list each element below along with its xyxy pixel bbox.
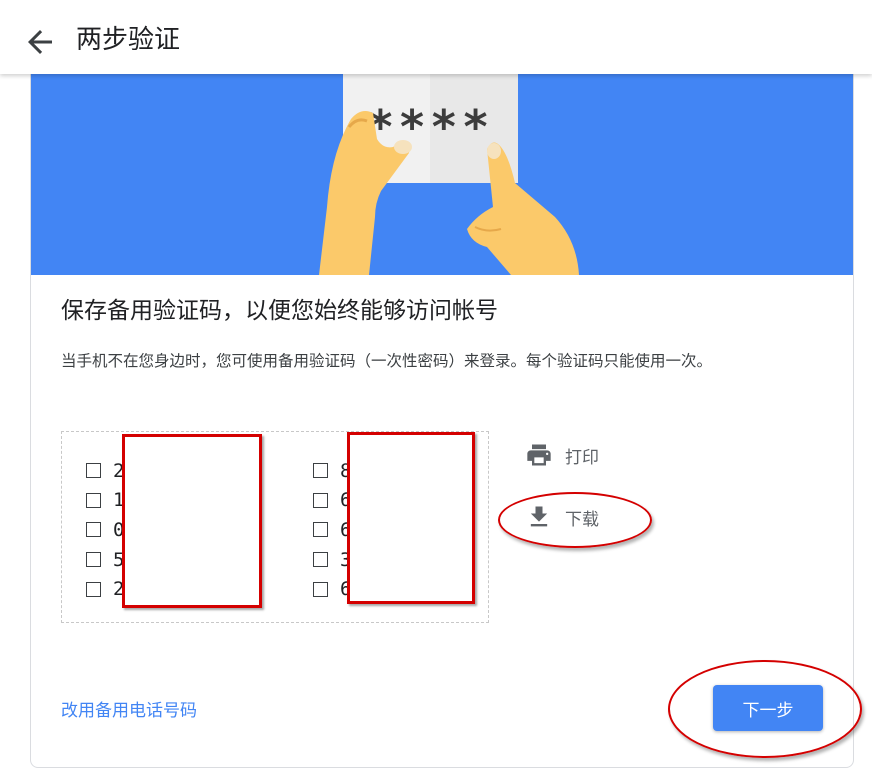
code-checkbox[interactable] [86,463,101,479]
code-row: 3 [313,545,351,575]
page-title: 两步验证 [76,25,181,55]
codes-column-left: 2 1 0 5 2 [86,456,124,604]
code-row: 6 [313,486,351,516]
hero-card-text: **** [367,100,494,154]
code-row: 1 [86,486,124,516]
download-button[interactable]: 下载 [525,503,599,531]
download-icon [530,506,548,527]
code-checkbox[interactable] [86,522,101,538]
next-button[interactable]: 下一步 [713,685,823,731]
code-row: 0 [86,515,124,545]
back-button[interactable] [22,24,58,60]
code-checkbox[interactable] [313,463,328,479]
use-backup-phone-link[interactable]: 改用备用电话号码 [61,696,197,721]
code-checkbox[interactable] [86,581,101,597]
code-checkbox[interactable] [313,492,328,508]
redaction-box-left [122,434,262,608]
section-description: 当手机不在您身边时，您可使用备用验证码（一次性密码）来登录。每个验证码只能使用一… [61,352,713,370]
print-label: 打印 [565,447,599,468]
code-row: 2 [86,574,124,604]
top-app-bar: 两步验证 [0,0,872,74]
arrow-left-icon [28,30,52,54]
code-checkbox[interactable] [313,552,328,568]
code-row: 6 [313,574,351,604]
code-checkbox[interactable] [313,581,328,597]
code-row: 2 [86,456,124,486]
code-row: 6 [313,515,351,545]
print-button[interactable]: 打印 [525,441,599,469]
codes-column-right: 8 6 6 3 6 [313,456,351,604]
hero-illustration: **** [31,57,853,275]
hands-holding-card-illustration: **** [319,57,579,275]
backup-codes-box: 2 1 0 5 2 8 6 6 3 6 [61,431,489,623]
redaction-box-right [347,432,475,604]
printer-icon [527,444,551,466]
code-row: 5 [86,545,124,575]
section-heading: 保存备用验证码，以便您始终能够访问帐号 [61,298,498,324]
code-checkbox[interactable] [86,492,101,508]
main-card: **** 保存备用验证码，以便您始终能够访问帐号 当手机不在您身边时，您可使用备… [30,56,854,768]
code-checkbox[interactable] [313,522,328,538]
code-row: 8 [313,456,351,486]
code-checkbox[interactable] [86,552,101,568]
download-label: 下载 [565,509,599,530]
